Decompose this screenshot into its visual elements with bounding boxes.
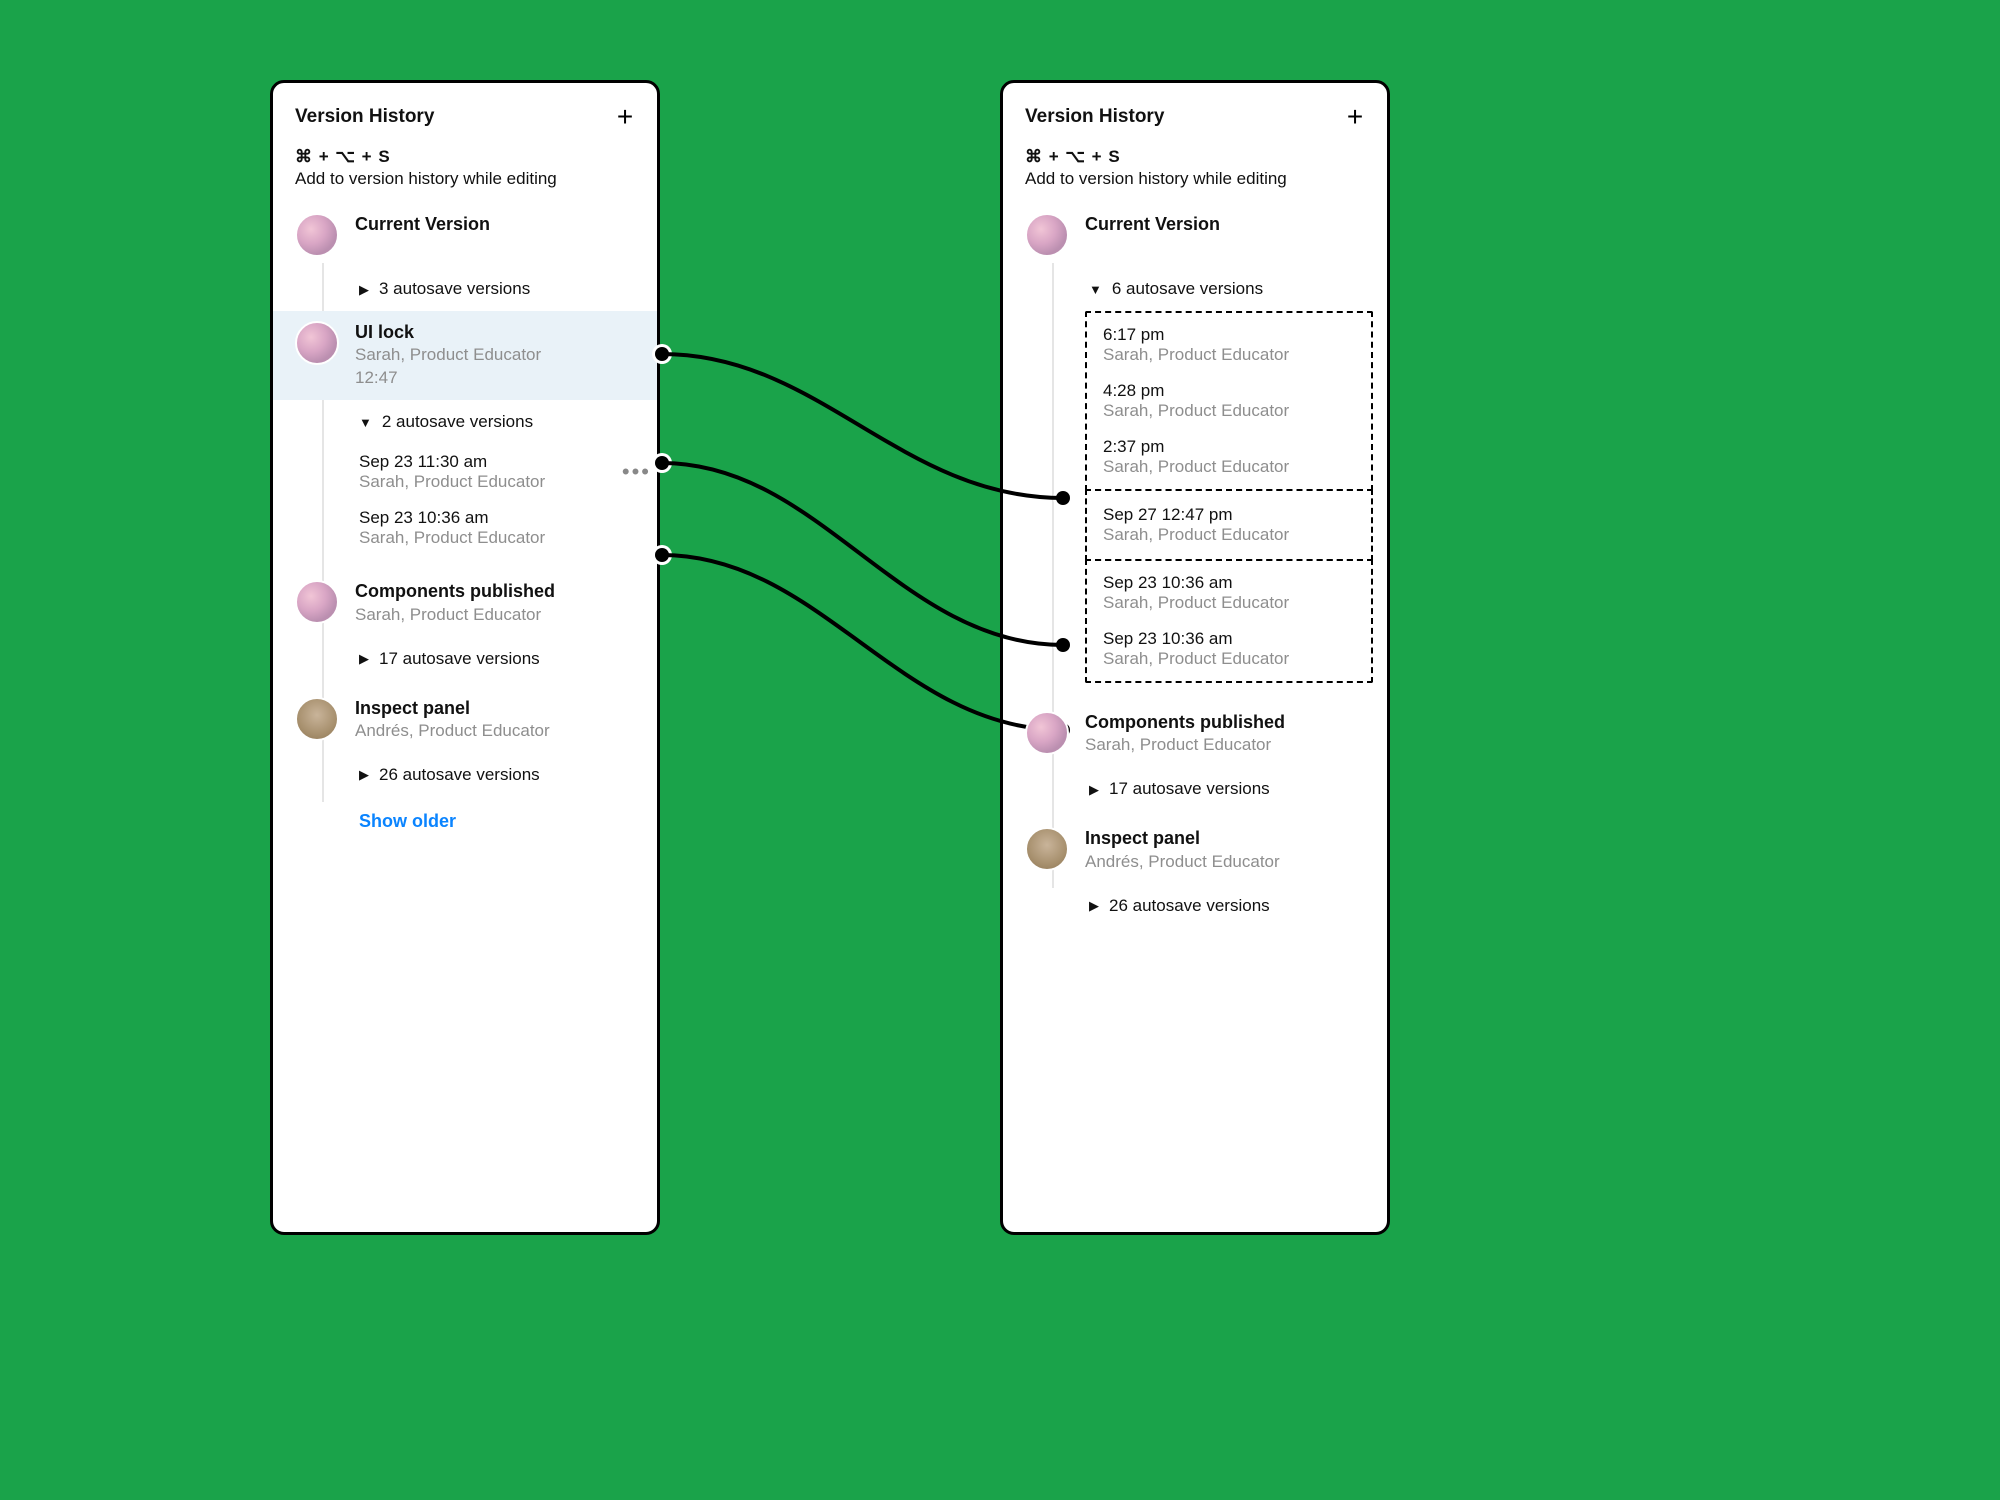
autosave-time: Sep 23 10:36 am xyxy=(359,508,657,528)
version-title: Components published xyxy=(355,580,645,603)
version-row-components[interactable]: Components published Sarah, Product Educ… xyxy=(1025,701,1387,767)
timeline-line xyxy=(1052,263,1054,888)
version-row-components[interactable]: Components published Sarah, Product Educ… xyxy=(295,570,657,636)
autosave-toggle-ui-lock[interactable]: ▼ 2 autosave versions xyxy=(295,400,657,444)
caret-right-icon: ▶ xyxy=(1089,899,1099,912)
version-timeline: Current Version ▼ 6 autosave versions 6:… xyxy=(1003,203,1387,928)
autosave-time: Sep 23 11:30 am xyxy=(359,452,622,472)
version-history-panel-after: Version History + ⌘ + ⌥ + S Add to versi… xyxy=(1000,80,1390,1235)
version-author: Andrés, Product Educator xyxy=(355,720,645,743)
autosave-author: Sarah, Product Educator xyxy=(1103,525,1371,545)
caret-down-icon: ▼ xyxy=(359,416,372,429)
version-author: Andrés, Product Educator xyxy=(1085,851,1375,874)
version-title: UI lock xyxy=(355,321,645,344)
avatar xyxy=(1025,213,1069,257)
avatar xyxy=(295,321,339,365)
version-row-inspect[interactable]: Inspect panel Andrés, Product Educator xyxy=(1025,817,1387,883)
autosave-count: 3 autosave versions xyxy=(379,279,530,299)
autosave-time: 2:37 pm xyxy=(1103,437,1371,457)
autosave-toggle-current[interactable]: ▶ 3 autosave versions xyxy=(295,267,657,311)
more-actions-icon[interactable]: ••• xyxy=(622,459,657,485)
current-version-label: Current Version xyxy=(1085,213,1375,236)
avatar xyxy=(295,697,339,741)
autosave-item[interactable]: Sep 23 10:36 am Sarah, Product Educator xyxy=(295,500,657,556)
autosave-time: Sep 23 10:36 am xyxy=(1103,573,1371,593)
version-author: Sarah, Product Educator xyxy=(1085,734,1375,757)
autosave-time: 6:17 pm xyxy=(1103,325,1371,345)
autosave-time: 4:28 pm xyxy=(1103,381,1371,401)
caret-right-icon: ▶ xyxy=(359,283,369,296)
grouped-autosaves-bottom: Sep 23 10:36 am Sarah, Product Educator … xyxy=(1085,559,1373,683)
grouped-autosave-middle: Sep 27 12:47 pm Sarah, Product Educator xyxy=(1085,489,1373,561)
autosave-item[interactable]: 6:17 pm Sarah, Product Educator xyxy=(1087,317,1371,373)
version-title: Inspect panel xyxy=(1085,827,1375,850)
autosave-author: Sarah, Product Educator xyxy=(1103,401,1371,421)
add-version-button[interactable]: + xyxy=(611,103,639,131)
autosave-time: Sep 27 12:47 pm xyxy=(1103,505,1371,525)
shortcut-hint: ⌘ + ⌥ + S Add to version history while e… xyxy=(1003,137,1387,203)
version-title: Components published xyxy=(1085,711,1375,734)
shortcut-description: Add to version history while editing xyxy=(295,169,635,189)
autosave-count: 17 autosave versions xyxy=(379,649,540,669)
grouped-autosaves-top: 6:17 pm Sarah, Product Educator 4:28 pm … xyxy=(1085,311,1373,491)
autosave-count: 2 autosave versions xyxy=(382,412,533,432)
version-title: Inspect panel xyxy=(355,697,645,720)
caret-right-icon: ▶ xyxy=(1089,783,1099,796)
version-row-ui-lock[interactable]: UI lock Sarah, Product Educator 12:47 xyxy=(273,311,657,400)
current-version-row[interactable]: Current Version xyxy=(1025,203,1387,267)
autosave-item[interactable]: Sep 23 11:30 am Sarah, Product Educator … xyxy=(295,444,657,500)
autosave-toggle-components[interactable]: ▶ 17 autosave versions xyxy=(295,637,657,681)
autosave-item[interactable]: Sep 23 10:36 am Sarah, Product Educator xyxy=(1087,621,1371,677)
shortcut-hint: ⌘ + ⌥ + S Add to version history while e… xyxy=(273,137,657,203)
autosave-time: Sep 23 10:36 am xyxy=(1103,629,1371,649)
autosave-toggle-inspect[interactable]: ▶ 26 autosave versions xyxy=(295,753,657,797)
caret-right-icon: ▶ xyxy=(359,768,369,781)
autosave-toggle-current[interactable]: ▼ 6 autosave versions xyxy=(1025,267,1387,311)
avatar xyxy=(1025,711,1069,755)
version-history-panel-before: Version History + ⌘ + ⌥ + S Add to versi… xyxy=(270,80,660,1235)
shortcut-description: Add to version history while editing xyxy=(1025,169,1365,189)
autosave-author: Sarah, Product Educator xyxy=(359,528,657,548)
autosave-count: 26 autosave versions xyxy=(1109,896,1270,916)
autosave-toggle-inspect[interactable]: ▶ 26 autosave versions xyxy=(1025,884,1387,928)
shortcut-keys: ⌘ + ⌥ + S xyxy=(295,147,635,167)
version-time: 12:47 xyxy=(355,367,645,390)
autosave-count: 17 autosave versions xyxy=(1109,779,1270,799)
autosave-toggle-components[interactable]: ▶ 17 autosave versions xyxy=(1025,767,1387,811)
version-author: Sarah, Product Educator xyxy=(355,344,645,367)
avatar xyxy=(1025,827,1069,871)
shortcut-keys: ⌘ + ⌥ + S xyxy=(1025,147,1365,167)
panel-title: Version History xyxy=(295,106,611,128)
caret-right-icon: ▶ xyxy=(359,652,369,665)
avatar xyxy=(295,580,339,624)
show-older-link[interactable]: Show older xyxy=(295,797,657,842)
autosave-author: Sarah, Product Educator xyxy=(1103,345,1371,365)
panel-header: Version History + xyxy=(273,83,657,137)
autosave-count: 6 autosave versions xyxy=(1112,279,1263,299)
autosave-item[interactable]: Sep 27 12:47 pm Sarah, Product Educator xyxy=(1087,497,1371,553)
autosave-item[interactable]: 4:28 pm Sarah, Product Educator xyxy=(1087,373,1371,429)
autosave-item[interactable]: Sep 23 10:36 am Sarah, Product Educator xyxy=(1087,565,1371,621)
caret-down-icon: ▼ xyxy=(1089,283,1102,296)
add-version-button[interactable]: + xyxy=(1341,103,1369,131)
version-row-inspect[interactable]: Inspect panel Andrés, Product Educator xyxy=(295,687,657,753)
avatar xyxy=(295,213,339,257)
autosave-author: Sarah, Product Educator xyxy=(1103,593,1371,613)
version-author: Sarah, Product Educator xyxy=(355,604,645,627)
current-version-row[interactable]: Current Version xyxy=(295,203,657,267)
current-version-label: Current Version xyxy=(355,213,645,236)
panel-header: Version History + xyxy=(1003,83,1387,137)
autosave-count: 26 autosave versions xyxy=(379,765,540,785)
autosave-author: Sarah, Product Educator xyxy=(1103,649,1371,669)
version-timeline: Current Version ▶ 3 autosave versions UI… xyxy=(273,203,657,842)
autosave-author: Sarah, Product Educator xyxy=(1103,457,1371,477)
autosave-author: Sarah, Product Educator xyxy=(359,472,622,492)
panel-title: Version History xyxy=(1025,106,1341,128)
autosave-item[interactable]: 2:37 pm Sarah, Product Educator xyxy=(1087,429,1371,485)
